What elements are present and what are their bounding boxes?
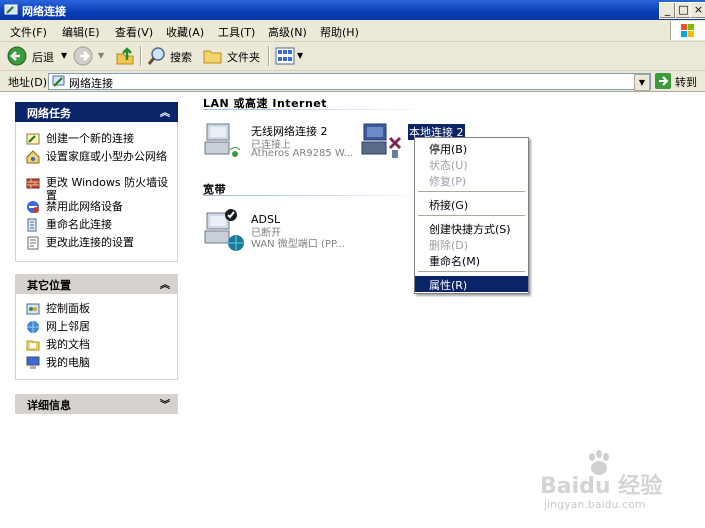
baidu-jingyan-watermark: Baidu 经验 jingyan.baidu.com bbox=[540, 450, 700, 520]
menu-view[interactable]: 查看(V) bbox=[115, 24, 153, 40]
collapse-chevron-icon[interactable]: ︽ bbox=[160, 276, 170, 291]
forward-arrow-icon[interactable] bbox=[73, 46, 93, 66]
other-places-header[interactable]: 其它位置 ︽ bbox=[15, 274, 178, 294]
address-input[interactable]: 网络连接 bbox=[48, 73, 651, 90]
window-title: 网络连接 bbox=[22, 5, 66, 18]
menu-item-properties[interactable]: 属性(R) bbox=[415, 276, 528, 292]
views-icon[interactable] bbox=[275, 47, 295, 65]
address-label: 地址(D) bbox=[8, 76, 48, 89]
details-title: 详细信息 bbox=[27, 399, 71, 412]
wireless-network-icon bbox=[204, 123, 241, 157]
close-button[interactable]: × bbox=[690, 2, 705, 19]
details-header[interactable]: 详细信息 ︾ bbox=[15, 394, 178, 414]
go-arrow-icon[interactable] bbox=[655, 73, 671, 89]
my-computer-icon bbox=[26, 356, 40, 369]
address-value: 网络连接 bbox=[69, 77, 113, 90]
menu-item-disable[interactable]: 停用(B) bbox=[415, 140, 528, 156]
adsl-connection-item[interactable]: ADSL 已断开 WAN 微型端口 (PP... bbox=[203, 207, 373, 252]
back-button[interactable]: 后退 bbox=[32, 49, 54, 65]
watermark-url: jingyan.baidu.com bbox=[544, 498, 646, 511]
network-tasks-panel: 创建一个新的连接 设置家庭或小型办公网络 更改 Windows 防火墙设置 禁用… bbox=[15, 122, 178, 262]
collapse-chevron-icon[interactable]: ︽ bbox=[160, 104, 170, 119]
new-connection-icon bbox=[26, 133, 40, 145]
address-bar: 地址(D) 网络连接 转到 bbox=[0, 71, 705, 92]
search-icon[interactable] bbox=[147, 46, 167, 66]
expand-chevron-icon[interactable]: ︾ bbox=[160, 396, 170, 411]
broadband-connection-icon bbox=[204, 209, 244, 251]
menu-tools[interactable]: 工具(T) bbox=[218, 24, 255, 40]
rename-icon bbox=[27, 218, 37, 232]
toolbar: 后退 ▼ ▼ 搜索 文件夹 ▼ bbox=[0, 42, 705, 71]
title-bar[interactable]: 网络连接 _ □ × bbox=[0, 0, 705, 20]
views-dropdown-icon[interactable]: ▼ bbox=[297, 51, 303, 60]
other-places-panel: 控制面板 网上邻居 我的文档 我的电脑 bbox=[15, 294, 178, 380]
address-dropdown-button[interactable]: ▼ bbox=[634, 74, 650, 91]
other-places-title: 其它位置 bbox=[27, 279, 71, 292]
windows-logo-icon bbox=[670, 21, 705, 40]
menu-favorites[interactable]: 收藏(A) bbox=[166, 24, 204, 40]
network-neighborhood-icon bbox=[27, 321, 39, 333]
wireless-connection-device: Atheros AR9285 W... bbox=[251, 148, 354, 159]
forward-dropdown-icon[interactable]: ▼ bbox=[98, 51, 104, 60]
menu-item-status[interactable]: 状态(U) bbox=[415, 156, 528, 172]
home-network-icon bbox=[26, 150, 40, 164]
group-divider bbox=[203, 195, 433, 196]
menu-item-repair[interactable]: 修复(P) bbox=[415, 172, 528, 188]
menu-item-delete[interactable]: 删除(D) bbox=[415, 236, 528, 252]
back-dropdown-icon[interactable]: ▼ bbox=[61, 51, 67, 60]
network-tasks-title: 网络任务 bbox=[27, 107, 71, 120]
network-connections-icon bbox=[52, 75, 65, 87]
group-divider bbox=[203, 109, 433, 110]
menu-item-rename[interactable]: 重命名(M) bbox=[415, 252, 528, 268]
menu-separator bbox=[418, 215, 525, 216]
menu-help[interactable]: 帮助(H) bbox=[320, 24, 359, 40]
search-button[interactable]: 搜索 bbox=[170, 49, 192, 65]
firewall-icon bbox=[26, 178, 40, 189]
menu-advanced[interactable]: 高级(N) bbox=[268, 24, 307, 40]
menu-edit[interactable]: 编辑(E) bbox=[62, 24, 100, 40]
folders-button[interactable]: 文件夹 bbox=[227, 49, 260, 65]
network-connections-icon bbox=[4, 4, 18, 15]
back-arrow-icon[interactable] bbox=[7, 46, 27, 66]
control-panel-icon bbox=[26, 303, 40, 315]
wireless-connection-item[interactable]: 无线网络连接 2 已连接上 Atheros AR9285 W... bbox=[203, 120, 363, 162]
context-menu: 停用(B) 状态(U) 修复(P) 桥接(G) 创建快捷方式(S) 删除(D) … bbox=[414, 137, 529, 294]
menu-bar: 文件(F) 编辑(E) 查看(V) 收藏(A) 工具(T) 高级(N) 帮助(H… bbox=[0, 20, 705, 42]
minimize-button[interactable]: _ bbox=[659, 2, 676, 19]
go-button[interactable]: 转到 bbox=[675, 74, 697, 90]
my-documents-icon bbox=[26, 340, 40, 351]
menu-item-create-shortcut[interactable]: 创建快捷方式(S) bbox=[415, 220, 528, 236]
up-folder-icon[interactable] bbox=[115, 46, 135, 66]
menu-separator bbox=[418, 271, 525, 272]
adsl-connection-device: WAN 微型端口 (PP... bbox=[251, 239, 345, 250]
network-tasks-header[interactable]: 网络任务 ︽ bbox=[15, 102, 178, 122]
lan-disabled-icon bbox=[361, 123, 402, 158]
settings-document-icon bbox=[27, 236, 39, 250]
menu-separator bbox=[418, 191, 525, 192]
watermark-brand: Baidu 经验 bbox=[540, 474, 663, 499]
folders-icon[interactable] bbox=[203, 47, 223, 65]
menu-item-bridge[interactable]: 桥接(G) bbox=[415, 196, 528, 212]
disable-device-icon bbox=[27, 201, 39, 213]
menu-file[interactable]: 文件(F) bbox=[10, 24, 47, 40]
